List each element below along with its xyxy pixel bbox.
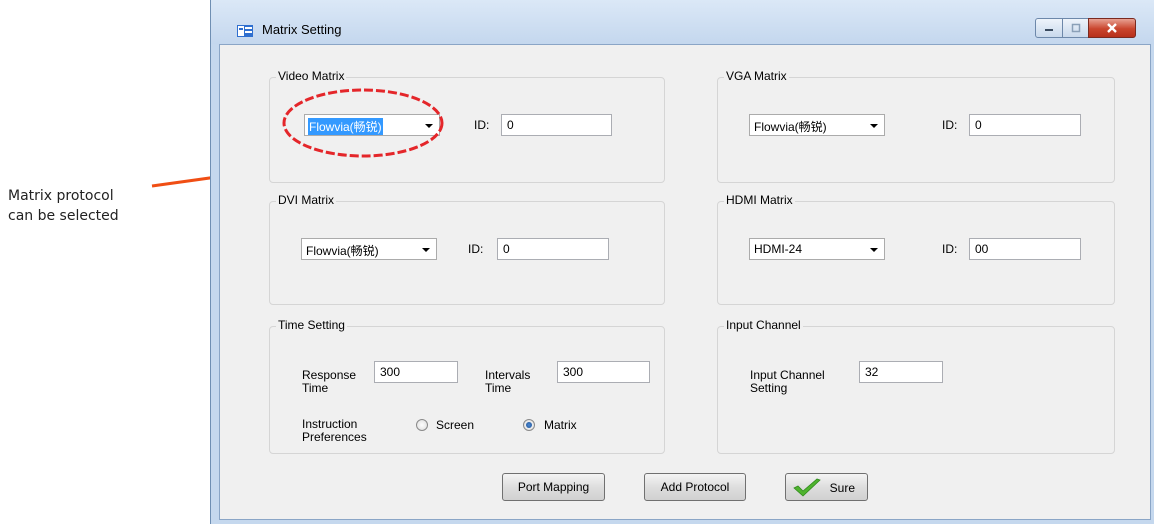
hdmi-matrix-title: HDMI Matrix [724,193,795,207]
hdmi-matrix-id-input[interactable]: 00 [969,238,1081,260]
annotation-text: Matrix protocol can be selected [8,186,158,226]
hdmi-matrix-group: HDMI Matrix HDMI-24 ID: 00 [717,193,1115,305]
add-protocol-button[interactable]: Add Protocol [644,473,746,501]
dvi-matrix-group: DVI Matrix Flowvia(畅锐) ID: 0 [269,193,665,305]
minimize-icon [1045,29,1053,31]
checkmark-icon [793,478,821,497]
annotation-line-2: can be selected [8,208,119,224]
input-channel-setting-line1: Input Channel [750,368,825,382]
sure-button[interactable]: Sure [785,473,868,501]
hdmi-matrix-protocol-value: HDMI-24 [754,242,803,256]
dvi-matrix-id-value: 0 [503,242,510,256]
screen-radio-label[interactable]: Screen [436,419,474,432]
close-icon [1107,23,1117,33]
instruction-preferences-label: Instruction Preferences [302,418,367,444]
chevron-down-icon [870,124,878,128]
vga-matrix-protocol-value: Flowvia(畅锐) [754,120,827,134]
input-channel-setting-value: 32 [865,365,879,379]
matrix-radio[interactable] [523,419,535,431]
intervals-time-value: 300 [563,365,584,379]
matrix-radio-label[interactable]: Matrix [544,419,577,432]
port-mapping-button[interactable]: Port Mapping [502,473,605,501]
instruction-preferences-line2: Preferences [302,430,367,444]
window-title: Matrix Setting [262,22,342,37]
response-time-label-line1: Response [302,368,357,382]
intervals-time-input[interactable]: 300 [557,361,650,383]
chevron-down-icon [870,248,878,252]
time-setting-group: Time Setting Response Time 300 Intervals… [269,318,665,454]
video-matrix-id-value: 0 [507,118,514,132]
input-channel-setting-line2: Setting [750,381,788,395]
hdmi-matrix-protocol-select[interactable]: HDMI-24 [749,238,885,260]
dvi-matrix-protocol-value: Flowvia(畅锐) [306,244,379,258]
close-button[interactable] [1088,18,1136,38]
highlight-ellipse [282,88,444,158]
dvi-matrix-id-label: ID: [468,242,484,256]
vga-matrix-group: VGA Matrix Flowvia(畅锐) ID: 0 [717,69,1115,183]
dvi-matrix-id-input[interactable]: 0 [497,238,609,260]
vga-matrix-protocol-select[interactable]: Flowvia(畅锐) [749,114,885,136]
intervals-time-label: Intervals Time [485,369,530,395]
minimize-button[interactable] [1035,18,1063,38]
maximize-button[interactable] [1062,18,1089,38]
sure-label: Sure [829,481,855,495]
video-matrix-id-input[interactable]: 0 [501,114,612,136]
add-protocol-label: Add Protocol [660,480,730,494]
input-channel-title: Input Channel [724,318,803,332]
input-channel-group: Input Channel Input Channel Setting 32 [717,318,1115,454]
vga-matrix-id-input[interactable]: 0 [969,114,1081,136]
input-channel-setting-label: Input Channel Setting [750,369,825,395]
chevron-down-icon [422,248,430,252]
response-time-label: Response Time [302,369,356,395]
port-mapping-label: Port Mapping [517,480,590,494]
input-channel-setting-input[interactable]: 32 [859,361,943,383]
vga-matrix-id-label: ID: [942,118,958,132]
annotation-line-1: Matrix protocol [8,188,114,204]
vga-matrix-id-value: 0 [975,118,982,132]
hdmi-matrix-id-value: 00 [975,242,989,256]
video-matrix-id-label: ID: [474,118,490,132]
intervals-time-label-line2: Time [485,381,512,395]
hdmi-matrix-id-label: ID: [942,242,958,256]
response-time-input[interactable]: 300 [374,361,458,383]
dvi-matrix-protocol-select[interactable]: Flowvia(畅锐) [301,238,437,260]
screen-radio[interactable] [416,419,428,431]
intervals-time-label-line1: Intervals [485,368,531,382]
response-time-label-line2: Time [302,381,329,395]
instruction-preferences-line1: Instruction [302,417,358,431]
matrix-setting-window: Matrix Setting Video Matrix Flowvia(畅锐) … [210,0,1154,524]
dvi-matrix-title: DVI Matrix [276,193,337,207]
title-bar[interactable]: Matrix Setting [211,0,1154,44]
maximize-icon [1071,23,1080,33]
vga-matrix-title: VGA Matrix [724,69,789,83]
response-time-value: 300 [380,365,401,379]
app-window-icon [237,25,253,37]
video-matrix-title: Video Matrix [276,69,347,83]
time-setting-title: Time Setting [276,318,347,332]
